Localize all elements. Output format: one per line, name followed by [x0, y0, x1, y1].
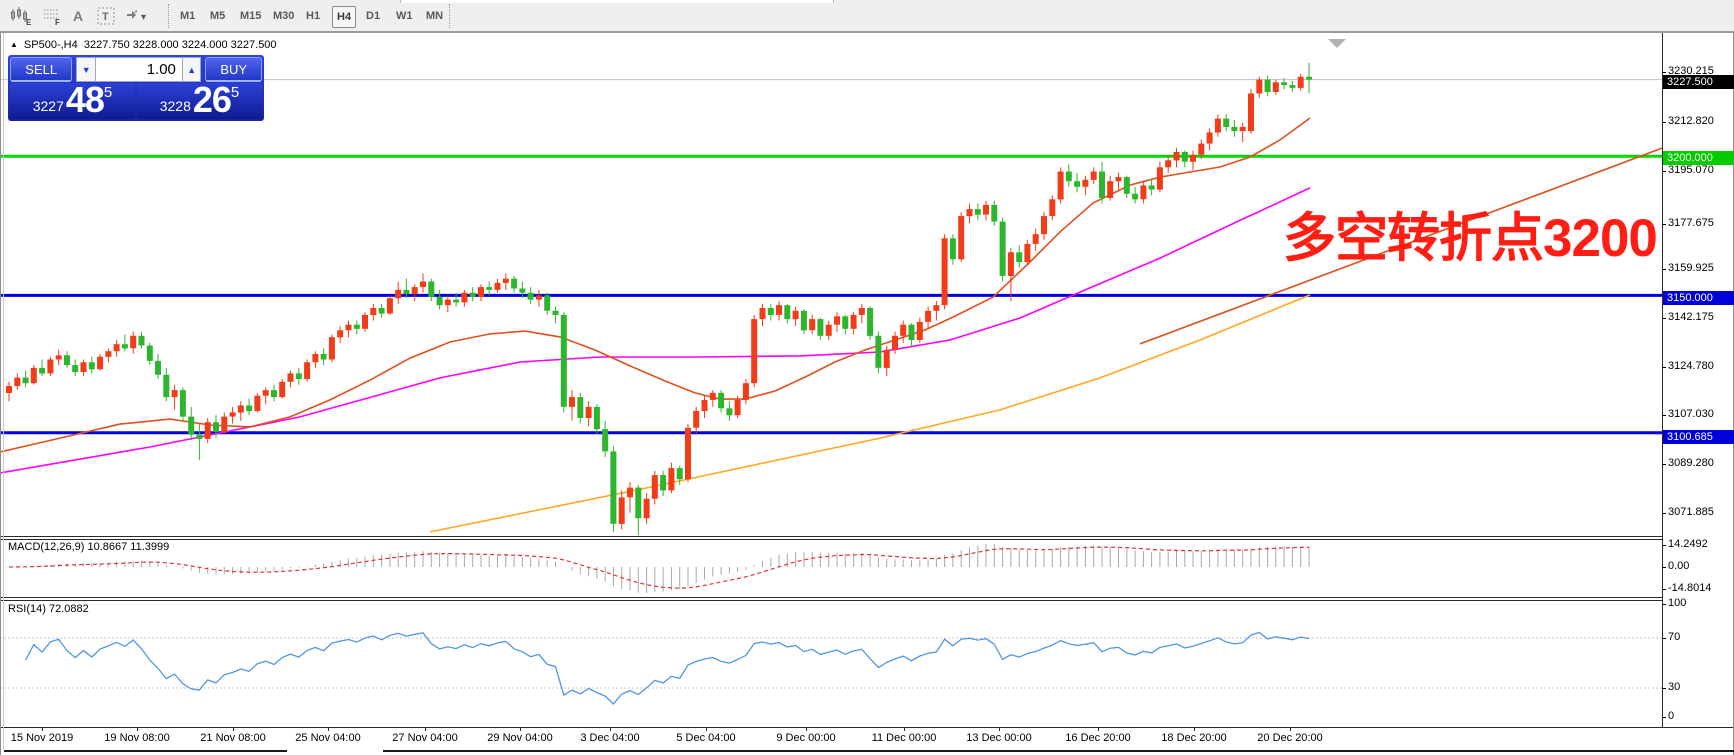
toolbar-separator — [168, 4, 169, 28]
axis-tick — [1662, 638, 1666, 639]
price-badge-3150.000: 3150.000 — [1663, 291, 1734, 305]
chart-shift-marker-icon[interactable] — [1328, 39, 1346, 48]
price-label-3107.030: 3107.030 — [1668, 408, 1714, 420]
time-label: 19 Nov 08:00 — [104, 732, 169, 744]
price-label-3142.175: 3142.175 — [1668, 311, 1714, 323]
axis-tick — [1662, 688, 1666, 689]
svg-text:F: F — [55, 18, 60, 26]
axis-tick — [1662, 72, 1666, 73]
time-label: 16 Dec 20:00 — [1065, 732, 1130, 744]
svg-text:E: E — [26, 18, 31, 26]
ohlc-values: 3227.750 3228.000 3224.000 3227.500 — [84, 39, 277, 51]
rsi-axis-label-0: 0 — [1668, 710, 1674, 722]
price-label-3212.820: 3212.820 — [1668, 115, 1714, 127]
axis-tick — [1662, 464, 1666, 465]
axis-tick — [1662, 367, 1666, 368]
time-label: 21 Nov 08:00 — [200, 732, 265, 744]
timeframe-h4-button[interactable]: H4 — [332, 6, 356, 28]
price-label-3089.280: 3089.280 — [1668, 457, 1714, 469]
chart-window: ▲ SP500-,H4 3227.750 3228.000 3224.000 32… — [0, 33, 1734, 755]
window-left-border — [0, 33, 1, 755]
timeframe-w1-button[interactable]: W1 — [392, 6, 417, 26]
macd-indicator-label: MACD(12,26,9) 10.8667 11.3999 — [8, 541, 169, 553]
time-label: 3 Dec 04:00 — [580, 732, 639, 744]
price-label-3195.070: 3195.070 — [1668, 164, 1714, 176]
timeframe-m5-button[interactable]: M5 — [206, 6, 229, 26]
axis-tick — [1662, 545, 1666, 546]
buy-price-sup: 5 — [231, 85, 239, 100]
window-left-border-inner — [3, 33, 4, 750]
grid-icon[interactable]: F — [40, 5, 64, 27]
sell-price-big: 48 — [66, 84, 104, 116]
chart-annotation-text: 多空转折点3200 — [1283, 196, 1657, 272]
one-click-trading-panel: SELL ▼ 1.00 ▲ BUY 3227 48 5 3228 26 5 — [8, 55, 264, 121]
svg-text:▾: ▾ — [141, 12, 146, 23]
mt4-terminal: { "toolbar": { "icons": [ {"name": "char… — [0, 0, 1734, 755]
timeframe-mn-button[interactable]: MN — [422, 6, 447, 26]
sell-quote[interactable]: 3227 48 5 — [10, 83, 135, 119]
text-icon[interactable]: T — [94, 5, 118, 27]
timeframe-m15-button[interactable]: M15 — [236, 6, 265, 26]
axis-tick — [1662, 122, 1666, 123]
time-label: 27 Nov 04:00 — [392, 732, 457, 744]
svg-text:T: T — [102, 11, 109, 23]
rsi-axis-label-100: 100 — [1668, 597, 1686, 609]
price-badge-3200.000: 3200.000 — [1663, 151, 1734, 165]
time-label: 15 Nov 2019 — [11, 732, 73, 744]
chart-window-icon[interactable]: E — [8, 5, 32, 27]
buy-price-big: 26 — [193, 84, 231, 116]
axis-tick — [1662, 415, 1666, 416]
time-label: 25 Nov 04:00 — [295, 732, 360, 744]
timeframe-m1-button[interactable]: M1 — [176, 6, 199, 26]
price-label-3124.780: 3124.780 — [1668, 360, 1714, 372]
collapse-panel-icon[interactable]: ▲ — [10, 40, 18, 49]
time-label: 18 Dec 20:00 — [1161, 732, 1226, 744]
volume-input[interactable]: 1.00 — [96, 57, 182, 82]
bottom-tabs-edge — [4, 750, 287, 752]
buy-price-small: 3228 — [160, 96, 191, 116]
axis-tick — [1662, 269, 1666, 270]
rsi-axis-label-30: 30 — [1668, 681, 1680, 693]
axis-tick — [1662, 604, 1666, 605]
time-label: 9 Dec 00:00 — [776, 732, 835, 744]
axis-tick — [1662, 224, 1666, 225]
price-badge-3227.500: 3227.500 — [1663, 75, 1734, 89]
upper-toolbar-remnant — [400, 0, 834, 3]
price-label-3177.675: 3177.675 — [1668, 217, 1714, 229]
time-label: 5 Dec 04:00 — [676, 732, 735, 744]
axis-tick — [1662, 589, 1666, 590]
symbol-ohlc-line: ▲ SP500-,H4 3227.750 3228.000 3224.000 32… — [10, 39, 277, 51]
symbol-title: SP500-,H4 — [24, 39, 78, 51]
time-label: 11 Dec 00:00 — [872, 732, 937, 744]
toolbar: E F A T ▾ M1 M5 M15M30H1 H4 D1 W1MN — [0, 0, 1734, 33]
price-badge-3100.685: 3100.685 — [1663, 430, 1734, 444]
price-chart-canvas[interactable] — [0, 33, 1734, 755]
axis-tick — [1662, 567, 1666, 568]
bottom-tabs-edge — [383, 750, 1734, 752]
price-label-3159.925: 3159.925 — [1668, 262, 1714, 274]
sell-price-small: 3227 — [33, 96, 64, 116]
cursor-icon[interactable]: A — [66, 5, 90, 27]
timeframe-d1-button[interactable]: D1 — [362, 6, 384, 26]
time-label: 13 Dec 00:00 — [966, 732, 1031, 744]
macd-axis-label--14.8014: -14.8014 — [1668, 582, 1711, 594]
axis-tick — [1662, 318, 1666, 319]
rsi-indicator-label: RSI(14) 72.0882 — [8, 603, 89, 615]
time-label: 20 Dec 20:00 — [1257, 732, 1322, 744]
axis-tick — [1662, 513, 1666, 514]
toolbar-separator — [449, 4, 450, 28]
sell-price-sup: 5 — [104, 85, 112, 100]
axis-tick — [1662, 717, 1666, 718]
sell-button[interactable]: SELL — [10, 57, 72, 82]
macd-axis-label-14.2492: 14.2492 — [1668, 538, 1708, 550]
buy-quote[interactable]: 3228 26 5 — [137, 83, 262, 119]
price-label-3071.885: 3071.885 — [1668, 506, 1714, 518]
rsi-axis-label-70: 70 — [1668, 631, 1680, 643]
timeframe-h1-button[interactable]: H1 — [302, 6, 324, 26]
axis-tick — [1662, 171, 1666, 172]
arrange-icon[interactable]: ▾ — [122, 5, 152, 27]
time-label: 29 Nov 04:00 — [487, 732, 552, 744]
timeframe-m30-button[interactable]: M30 — [269, 6, 298, 26]
macd-axis-label-0.00: 0.00 — [1668, 560, 1689, 572]
